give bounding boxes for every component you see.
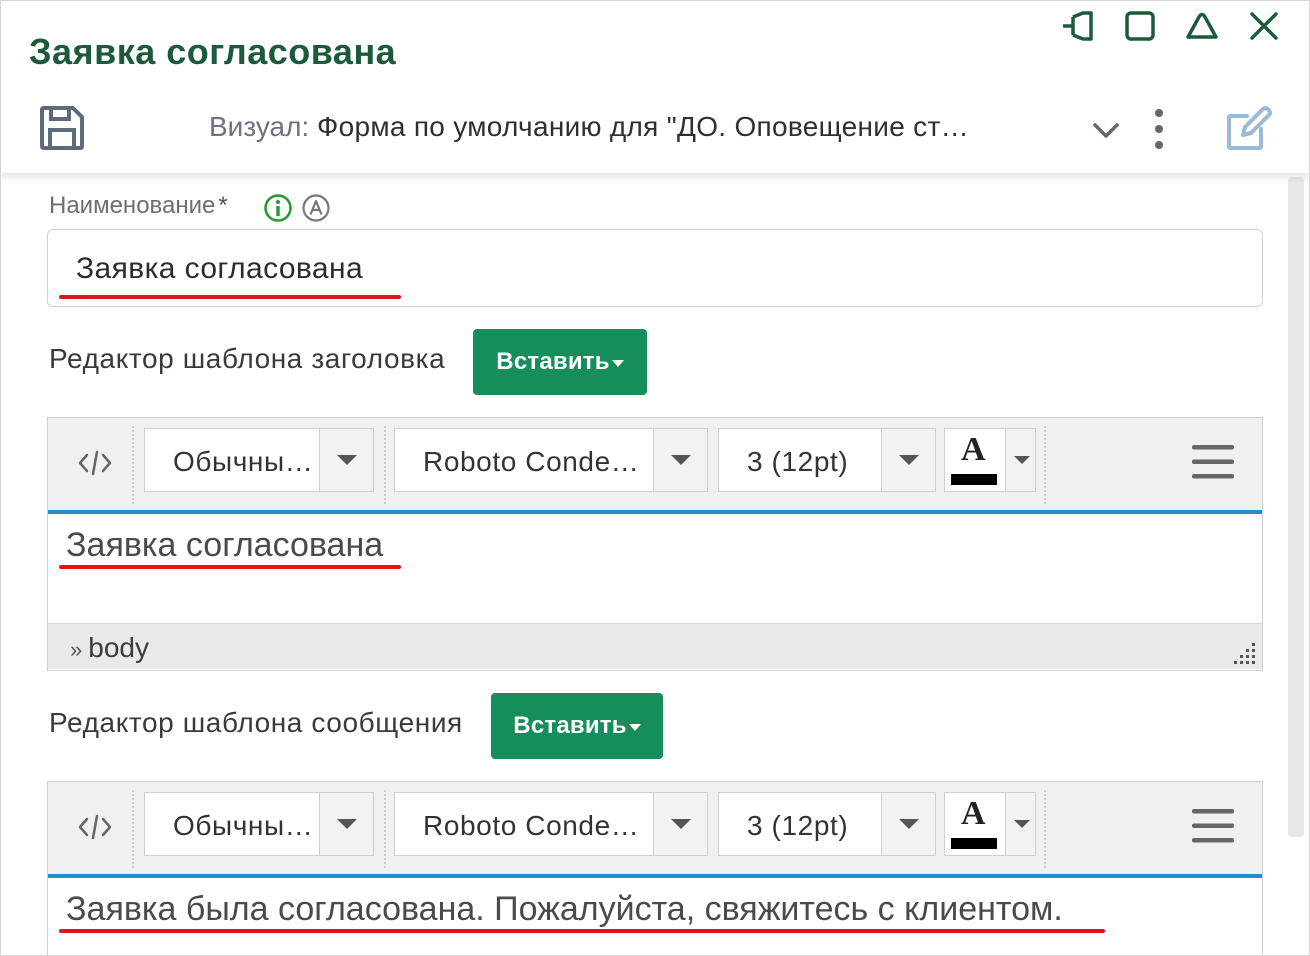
highlight-underline xyxy=(59,295,401,299)
toolbar-divider xyxy=(1044,426,1046,504)
source-code-icon[interactable] xyxy=(70,446,120,480)
header-editor: Обычны… Roboto Conde… 3 (12pt) A Заявка … xyxy=(47,417,1263,671)
message-insert-button[interactable]: Вставить xyxy=(491,693,663,759)
color-swatch xyxy=(951,474,997,485)
chevron-down-icon[interactable] xyxy=(653,429,707,491)
editor-status-bar: » body xyxy=(48,623,1262,669)
size-select[interactable]: 3 (12pt) xyxy=(718,428,936,492)
source-code-icon[interactable] xyxy=(70,810,120,844)
chevron-down-icon[interactable] xyxy=(881,793,935,855)
toolbar-divider xyxy=(384,790,386,868)
dialog-window: Заявка согласована Визуал: Форма по умол… xyxy=(0,0,1310,956)
collapse-icon[interactable] xyxy=(1183,7,1221,45)
chevron-down-icon[interactable] xyxy=(881,429,935,491)
header-editor-label: Редактор шаблона заголовка xyxy=(49,343,446,374)
message-editor-label: Редактор шаблона сообщения xyxy=(49,707,463,738)
chevron-down-icon[interactable] xyxy=(1005,429,1035,491)
text-color-button[interactable]: A xyxy=(944,428,1036,492)
highlight-underline xyxy=(59,565,401,569)
visual-selector[interactable]: Визуал: Форма по умолчанию для "ДО. Опов… xyxy=(209,111,969,143)
kebab-icon[interactable] xyxy=(1146,105,1172,153)
chevron-down-icon[interactable] xyxy=(319,429,373,491)
save-icon[interactable] xyxy=(37,103,87,153)
close-icon[interactable] xyxy=(1245,7,1283,45)
dropdown-caret-icon xyxy=(628,724,641,731)
required-mark: * xyxy=(218,192,228,219)
text-color-icon: A xyxy=(961,795,986,832)
editor-toolbar: Обычны… Roboto Conde… 3 (12pt) A xyxy=(48,418,1262,514)
chevron-down-icon[interactable] xyxy=(653,793,707,855)
message-editor: Обычны… Roboto Conde… 3 (12pt) A Заявка … xyxy=(47,781,1263,955)
editor-content-area[interactable]: Заявка согласована » body xyxy=(48,514,1262,669)
pin-icon[interactable] xyxy=(1059,7,1097,45)
chevron-down-icon[interactable] xyxy=(1005,793,1035,855)
dropdown-caret-icon xyxy=(611,360,624,367)
editor-content-area[interactable]: Заявка была согласована. Пожалуйста, свя… xyxy=(48,878,1262,955)
font-select[interactable]: Roboto Conde… xyxy=(394,428,708,492)
editor-toolbar: Обычны… Roboto Conde… 3 (12pt) A xyxy=(48,782,1262,878)
header-insert-button[interactable]: Вставить xyxy=(473,329,647,395)
text-color-button[interactable]: A xyxy=(944,792,1036,856)
maximize-icon[interactable] xyxy=(1121,7,1159,45)
scrollbar[interactable] xyxy=(1288,177,1304,837)
info-icon[interactable] xyxy=(263,193,293,223)
format-select[interactable]: Обычны… xyxy=(144,792,374,856)
edit-icon[interactable] xyxy=(1223,103,1273,153)
chevron-down-icon[interactable] xyxy=(1089,113,1123,147)
font-select[interactable]: Roboto Conde… xyxy=(394,792,708,856)
toolbar-divider xyxy=(132,790,134,868)
toolbar-divider xyxy=(1044,790,1046,868)
dialog-title: Заявка согласована xyxy=(29,31,397,72)
chevron-down-icon[interactable] xyxy=(319,793,373,855)
toolbar-divider xyxy=(384,426,386,504)
name-field-label: Наименование * xyxy=(49,192,228,219)
resize-handle-icon[interactable] xyxy=(1228,637,1258,667)
element-path[interactable]: » body xyxy=(70,632,149,664)
editor-text[interactable]: Заявка согласована xyxy=(66,526,383,565)
editor-text[interactable]: Заявка была согласована. Пожалуйста, свя… xyxy=(66,890,1063,929)
toolbar-divider xyxy=(132,426,134,504)
visual-label: Визуал: xyxy=(209,111,310,142)
visual-value: Форма по умолчанию для "ДО. Оповещение с… xyxy=(317,111,969,142)
highlight-underline xyxy=(59,929,1105,933)
form-content: Наименование * Заявка согласована Редакто… xyxy=(1,173,1286,955)
size-select[interactable]: 3 (12pt) xyxy=(718,792,936,856)
format-select[interactable]: Обычны… xyxy=(144,428,374,492)
auto-translate-icon[interactable] xyxy=(301,193,331,223)
hamburger-menu-icon[interactable] xyxy=(1190,442,1236,482)
dialog-header: Заявка согласована Визуал: Форма по умол… xyxy=(1,1,1309,173)
hamburger-menu-icon[interactable] xyxy=(1190,806,1236,846)
text-color-icon: A xyxy=(961,431,986,468)
color-swatch xyxy=(951,838,997,849)
window-controls xyxy=(1059,7,1283,45)
